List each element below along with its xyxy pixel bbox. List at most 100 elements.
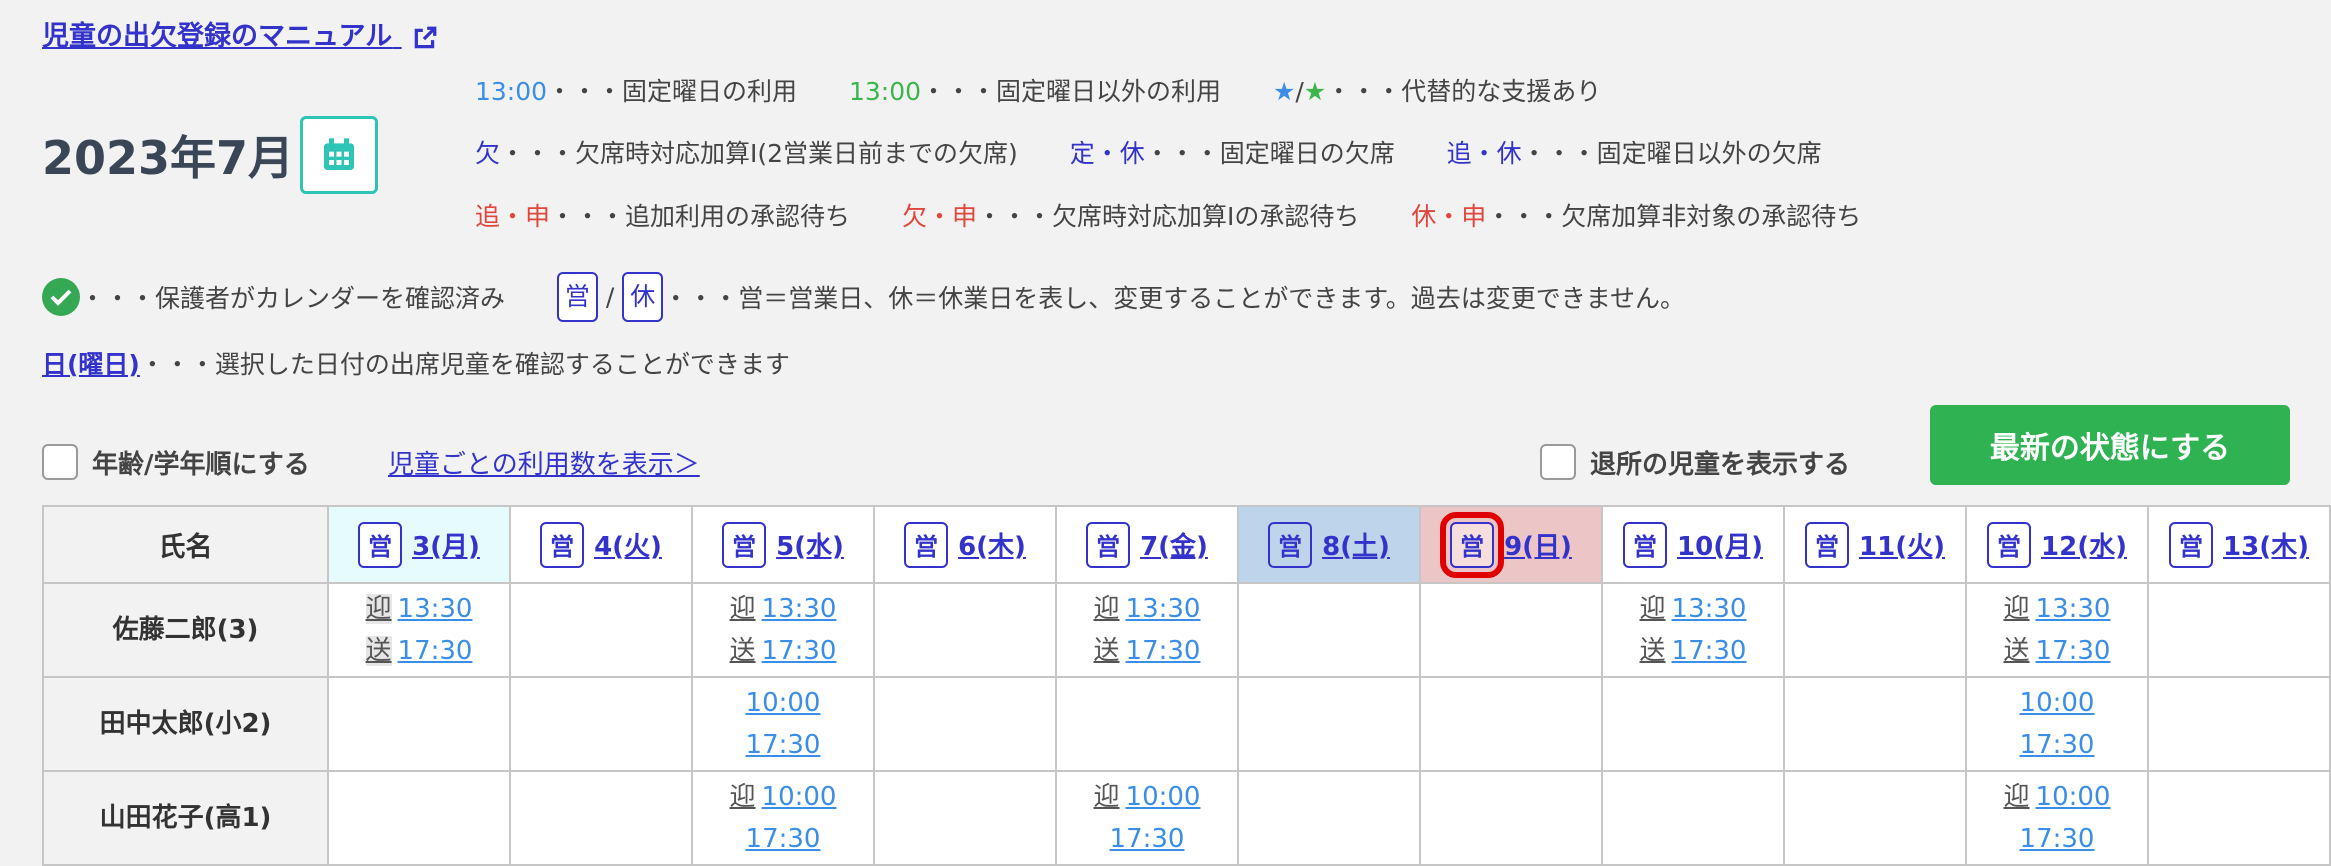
day-link[interactable]: 6(木) (958, 526, 1026, 563)
eigyo-slash: / (605, 282, 615, 312)
legend-row-3: 追・申・・・追加利用の承認待ち 欠・申・・・欠席時対応加算Iの承認待ち 休・申・… (475, 197, 1861, 233)
day-header: 営 12(水) (1965, 505, 2149, 584)
departure-time[interactable]: 17:30 (1110, 824, 1185, 854)
attendance-cell[interactable]: 迎 13:30 送 17:30 (327, 582, 511, 678)
attendance-cell[interactable] (1055, 676, 1239, 772)
arrival-time[interactable]: 13:30 (1126, 594, 1201, 624)
eigyo-toggle[interactable]: 営 (722, 521, 767, 568)
departure-time[interactable]: 17:30 (1126, 636, 1201, 666)
departure-time[interactable]: 17:30 (2020, 824, 2095, 854)
attendance-cell[interactable]: 迎 10:00 17:30 (1055, 770, 1239, 866)
legend-row-1: 13:00・・・固定曜日の利用 13:00・・・固定曜日以外の利用 ★/★・・・… (475, 72, 1601, 108)
attendance-cell[interactable] (1237, 770, 1421, 866)
attendance-cell[interactable] (1601, 676, 1785, 772)
arrival-time[interactable]: 13:30 (398, 594, 473, 624)
eigyo-toggle[interactable]: 営 (904, 521, 949, 568)
attendance-cell[interactable]: 迎 13:30 送 17:30 (691, 582, 875, 678)
pickup-tag: 迎 (1093, 594, 1120, 624)
attendance-cell[interactable] (1419, 770, 1603, 866)
attendance-cell[interactable] (1601, 770, 1785, 866)
eigyo-toggle[interactable]: 営 (2169, 521, 2214, 568)
attendance-cell[interactable] (509, 676, 693, 772)
day-link-desc: ・・・選択した日付の出席児童を確認することができます (139, 350, 790, 379)
arrival-time[interactable]: 13:30 (762, 594, 837, 624)
attendance-cell[interactable]: 10:00 17:30 (691, 676, 875, 772)
day-link[interactable]: 4(火) (594, 526, 662, 563)
eigyo-toggle[interactable]: 営 (1805, 521, 1850, 568)
day-link[interactable]: 3(月) (412, 526, 480, 563)
attendance-cell[interactable] (2147, 676, 2331, 772)
day-link[interactable]: 10(月) (1677, 526, 1763, 563)
attendance-cell[interactable] (327, 770, 511, 866)
eigyo-toggle-selected[interactable]: 営 (1440, 511, 1505, 578)
departure-time[interactable]: 17:30 (398, 636, 473, 666)
show-left-checkbox[interactable] (1540, 444, 1576, 480)
day-link[interactable]: 7(金) (1140, 526, 1208, 563)
arrival-time[interactable]: 10:00 (2036, 782, 2111, 812)
usage-count-link[interactable]: 児童ごとの利用数を表示＞ (388, 444, 700, 481)
departure-time[interactable]: 17:30 (762, 636, 837, 666)
eigyo-toggle[interactable]: 営 (1623, 521, 1668, 568)
legend-nonfixed-time-sample: 13:00 (848, 77, 922, 106)
attendance-cell[interactable]: 迎 13:30 送 17:30 (1055, 582, 1239, 678)
legend-add-apply-sample: 追・申 (475, 202, 551, 231)
eigyo-toggle[interactable]: 営 (1268, 521, 1313, 568)
child-name[interactable]: 田中太郎(小2) (42, 676, 329, 772)
attendance-cell[interactable] (1419, 676, 1603, 772)
departure-time[interactable]: 17:30 (2020, 730, 2095, 760)
legend-add-rest-sample: 追・休 (1446, 139, 1522, 168)
day-link[interactable]: 9(日) (1504, 526, 1572, 563)
legend-add-rest-desc: ・・・固定曜日以外の欠席 (1521, 139, 1822, 168)
attendance-cell[interactable] (327, 676, 511, 772)
attendance-cell[interactable]: 迎 13:30 送 17:30 (1965, 582, 2149, 678)
eigyo-toggle[interactable]: 営 (358, 521, 403, 568)
arrival-time[interactable]: 13:30 (1672, 594, 1747, 624)
day-link[interactable]: 12(水) (2041, 526, 2127, 563)
age-sort-label[interactable]: 年齢/学年順にする (92, 444, 310, 481)
manual-link-label[interactable]: 児童の出欠登録のマニュアル (42, 21, 392, 52)
attendance-cell[interactable] (1783, 770, 1967, 866)
child-name[interactable]: 山田花子(高1) (42, 770, 329, 866)
attendance-cell[interactable] (873, 582, 1057, 678)
attendance-cell[interactable]: 迎 10:00 17:30 (1965, 770, 2149, 866)
attendance-cell[interactable] (1237, 676, 1421, 772)
arrival-time[interactable]: 10:00 (2020, 688, 2095, 718)
attendance-cell[interactable]: 迎 10:00 17:30 (691, 770, 875, 866)
attendance-cell[interactable] (1237, 582, 1421, 678)
departure-time[interactable]: 17:30 (746, 824, 821, 854)
refresh-button[interactable]: 最新の状態にする (1930, 405, 2290, 485)
day-link[interactable]: 5(水) (776, 526, 844, 563)
attendance-cell[interactable] (1783, 582, 1967, 678)
day-link[interactable]: 11(火) (1859, 526, 1945, 563)
attendance-cell[interactable] (873, 676, 1057, 772)
departure-time[interactable]: 17:30 (746, 730, 821, 760)
attendance-cell[interactable]: 10:00 17:30 (1965, 676, 2149, 772)
calendar-button[interactable] (300, 116, 378, 194)
child-name[interactable]: 佐藤二郎(3) (42, 582, 329, 678)
legend-nonfixed-desc: ・・・固定曜日以外の利用 (921, 77, 1222, 106)
arrival-time[interactable]: 10:00 (746, 688, 821, 718)
eigyo-toggle[interactable]: 営 (540, 521, 585, 568)
show-left-label[interactable]: 退所の児童を表示する (1590, 444, 1850, 481)
arrival-time[interactable]: 10:00 (762, 782, 837, 812)
attendance-cell[interactable] (873, 770, 1057, 866)
age-sort-checkbox[interactable] (42, 444, 78, 480)
legend-star-sep: / (1295, 77, 1304, 106)
attendance-cell[interactable] (1783, 676, 1967, 772)
attendance-cell[interactable] (2147, 582, 2331, 678)
eigyo-toggle[interactable]: 営 (1086, 521, 1131, 568)
day-header: 営 3(月) (327, 505, 511, 584)
arrival-time[interactable]: 13:30 (2036, 594, 2111, 624)
attendance-cell[interactable] (1419, 582, 1603, 678)
eigyo-toggle[interactable]: 営 (1987, 521, 2032, 568)
day-link[interactable]: 13(木) (2223, 526, 2309, 563)
attendance-cell[interactable] (2147, 770, 2331, 866)
departure-time[interactable]: 17:30 (1672, 636, 1747, 666)
arrival-time[interactable]: 10:00 (1126, 782, 1201, 812)
manual-link[interactable]: 児童の出欠登録のマニュアル (42, 14, 438, 53)
day-link[interactable]: 8(土) (1322, 526, 1390, 563)
attendance-cell[interactable] (509, 582, 693, 678)
departure-time[interactable]: 17:30 (2036, 636, 2111, 666)
attendance-cell[interactable]: 迎 13:30 送 17:30 (1601, 582, 1785, 678)
attendance-cell[interactable] (509, 770, 693, 866)
